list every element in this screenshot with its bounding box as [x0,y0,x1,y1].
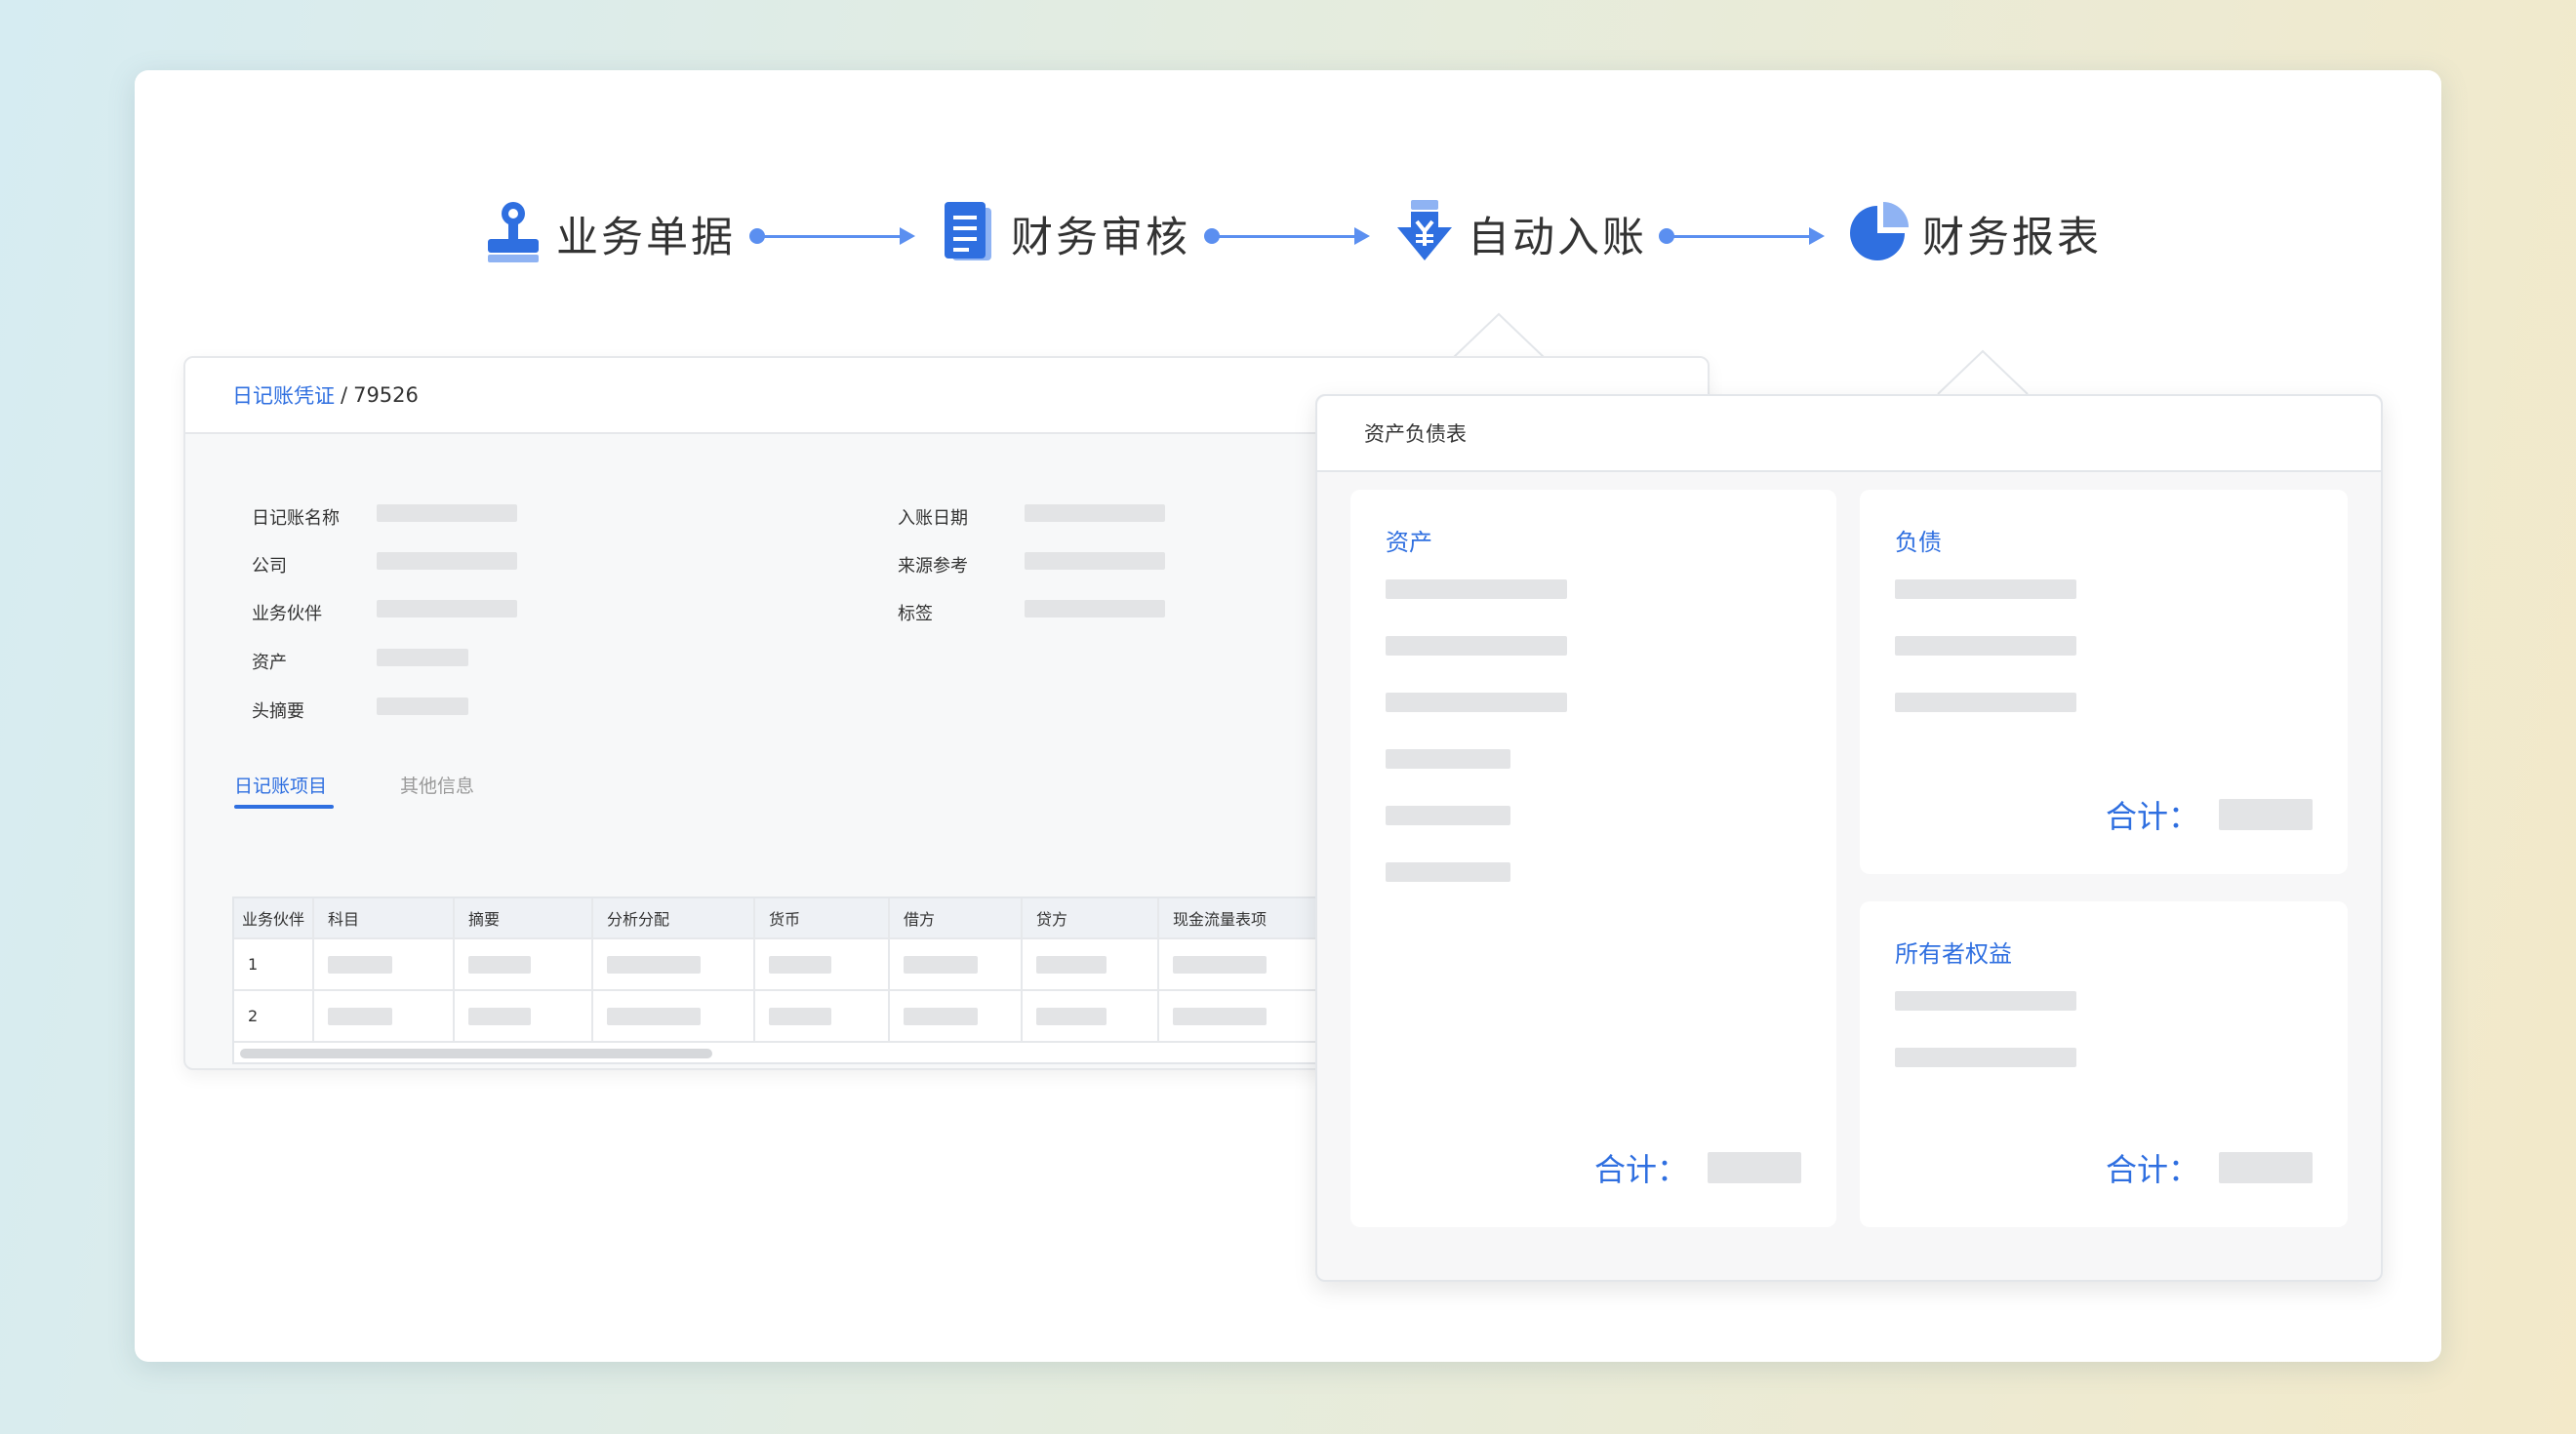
line-placeholder [1386,806,1510,825]
cell-placeholder [1173,1007,1267,1025]
column-header: 货币 [755,898,890,937]
flow-step-finance-review: 财务审核 [937,197,1190,271]
line-placeholder [1895,693,2076,712]
cell-placeholder [328,955,392,974]
field-label: 公司 [252,556,287,577]
line-placeholder [1386,636,1567,656]
column-header: 科目 [314,898,455,937]
line-placeholder [1895,1048,2076,1067]
total-value-placeholder [2219,799,2313,830]
assets-card: 资产 合计： [1350,490,1836,1227]
line-placeholder [1895,636,2076,656]
cell-placeholder [1173,955,1267,974]
breadcrumb-separator: / [341,383,348,407]
breadcrumb-link[interactable]: 日记账凭证 [232,380,335,410]
column-header: 分析分配 [593,898,755,937]
liabilities-card: 负债 合计： [1860,490,2348,874]
field-label: 入账日期 [898,508,968,529]
flow-arrow [1204,227,1370,245]
scrollbar-thumb[interactable] [240,1049,712,1058]
field-value-placeholder [1025,600,1165,617]
flow-arrow [1659,227,1825,245]
assets-total: 合计： [1594,1145,1801,1190]
field-label: 来源参考 [898,556,968,577]
flow-step-label: 自动入账 [1468,214,1647,262]
line-placeholder [1895,579,2076,599]
field-value-placeholder [377,552,517,570]
field-label: 业务伙伴 [252,604,322,624]
line-placeholder [1386,579,1567,599]
stamp-icon [482,198,544,270]
flow-step-label: 业务单据 [556,214,736,262]
liabilities-title: 负债 [1895,529,1942,556]
active-tab-indicator [234,805,334,809]
row-number: 2 [234,991,314,1041]
line-placeholder [1386,693,1567,712]
flow-step-financial-reports: 财务报表 [1848,197,2102,271]
total-label: 合计： [2105,1151,2199,1188]
field-value-placeholder [1025,552,1165,570]
flow-arrow [749,227,915,245]
cell-placeholder [904,955,978,974]
field-label: 标签 [898,604,933,624]
cell-placeholder [769,1007,831,1025]
total-value-placeholder [2219,1152,2313,1183]
liabilities-total: 合计： [2106,792,2313,837]
field-label: 头摘要 [252,701,304,722]
line-placeholder [1386,749,1510,769]
yen-download-icon [1393,198,1456,270]
cell-placeholder [328,1007,392,1025]
flow-step-business-docs: 业务单据 [482,197,736,271]
cell-placeholder [607,1007,701,1025]
total-label: 合计： [2105,798,2199,835]
cell-placeholder [607,955,701,974]
field-value-placeholder [377,649,468,666]
field-value-placeholder [377,600,517,617]
cell-placeholder [468,955,531,974]
field-value-placeholder [1025,504,1165,522]
field-value-placeholder [377,697,468,715]
cell-placeholder [1036,955,1107,974]
cell-placeholder [468,1007,531,1025]
cell-placeholder [904,1007,978,1025]
column-header: 摘要 [455,898,593,937]
balance-sheet-title: 资产负债表 [1317,396,2381,472]
equity-total: 合计： [2106,1145,2313,1190]
field-label: 日记账名称 [252,508,340,529]
field-label: 资产 [252,653,287,673]
field-value-placeholder [377,504,517,522]
total-value-placeholder [1708,1152,1801,1183]
equity-card: 所有者权益 合计： [1860,901,2348,1227]
illustration-canvas: 业务单据 财务审核 自动入账 财务报表 日记账凭证 / 79526 日记账名称 … [135,70,2441,1362]
process-flow: 业务单据 财务审核 自动入账 财务报表 [135,70,2441,265]
voucher-id: 79526 [353,383,419,407]
flow-step-label: 财务审核 [1011,214,1190,262]
cell-placeholder [769,955,831,974]
balance-sheet-panel: 资产负债表 资产 合计： 负债 合计： 所有者权益 合计： [1315,394,2383,1282]
line-placeholder [1895,991,2076,1011]
cell-placeholder [1036,1007,1107,1025]
flow-step-label: 财务报表 [1922,214,2102,262]
total-label: 合计： [1593,1151,1688,1188]
tab-other-info[interactable]: 其他信息 [400,772,474,798]
equity-title: 所有者权益 [1895,940,2012,968]
column-header: 借方 [890,898,1023,937]
pie-chart-icon [1848,198,1911,270]
line-placeholder [1386,862,1510,882]
column-header: 贷方 [1023,898,1159,937]
document-icon [937,198,999,270]
column-header: 业务伙伴 [234,898,314,937]
row-number: 1 [234,939,314,989]
tab-journal-items[interactable]: 日记账项目 [234,772,327,798]
pointer-caret [1937,349,2029,395]
flow-step-auto-posting: 自动入账 [1393,197,1647,271]
assets-title: 资产 [1386,529,1432,556]
pointer-caret [1453,312,1545,358]
